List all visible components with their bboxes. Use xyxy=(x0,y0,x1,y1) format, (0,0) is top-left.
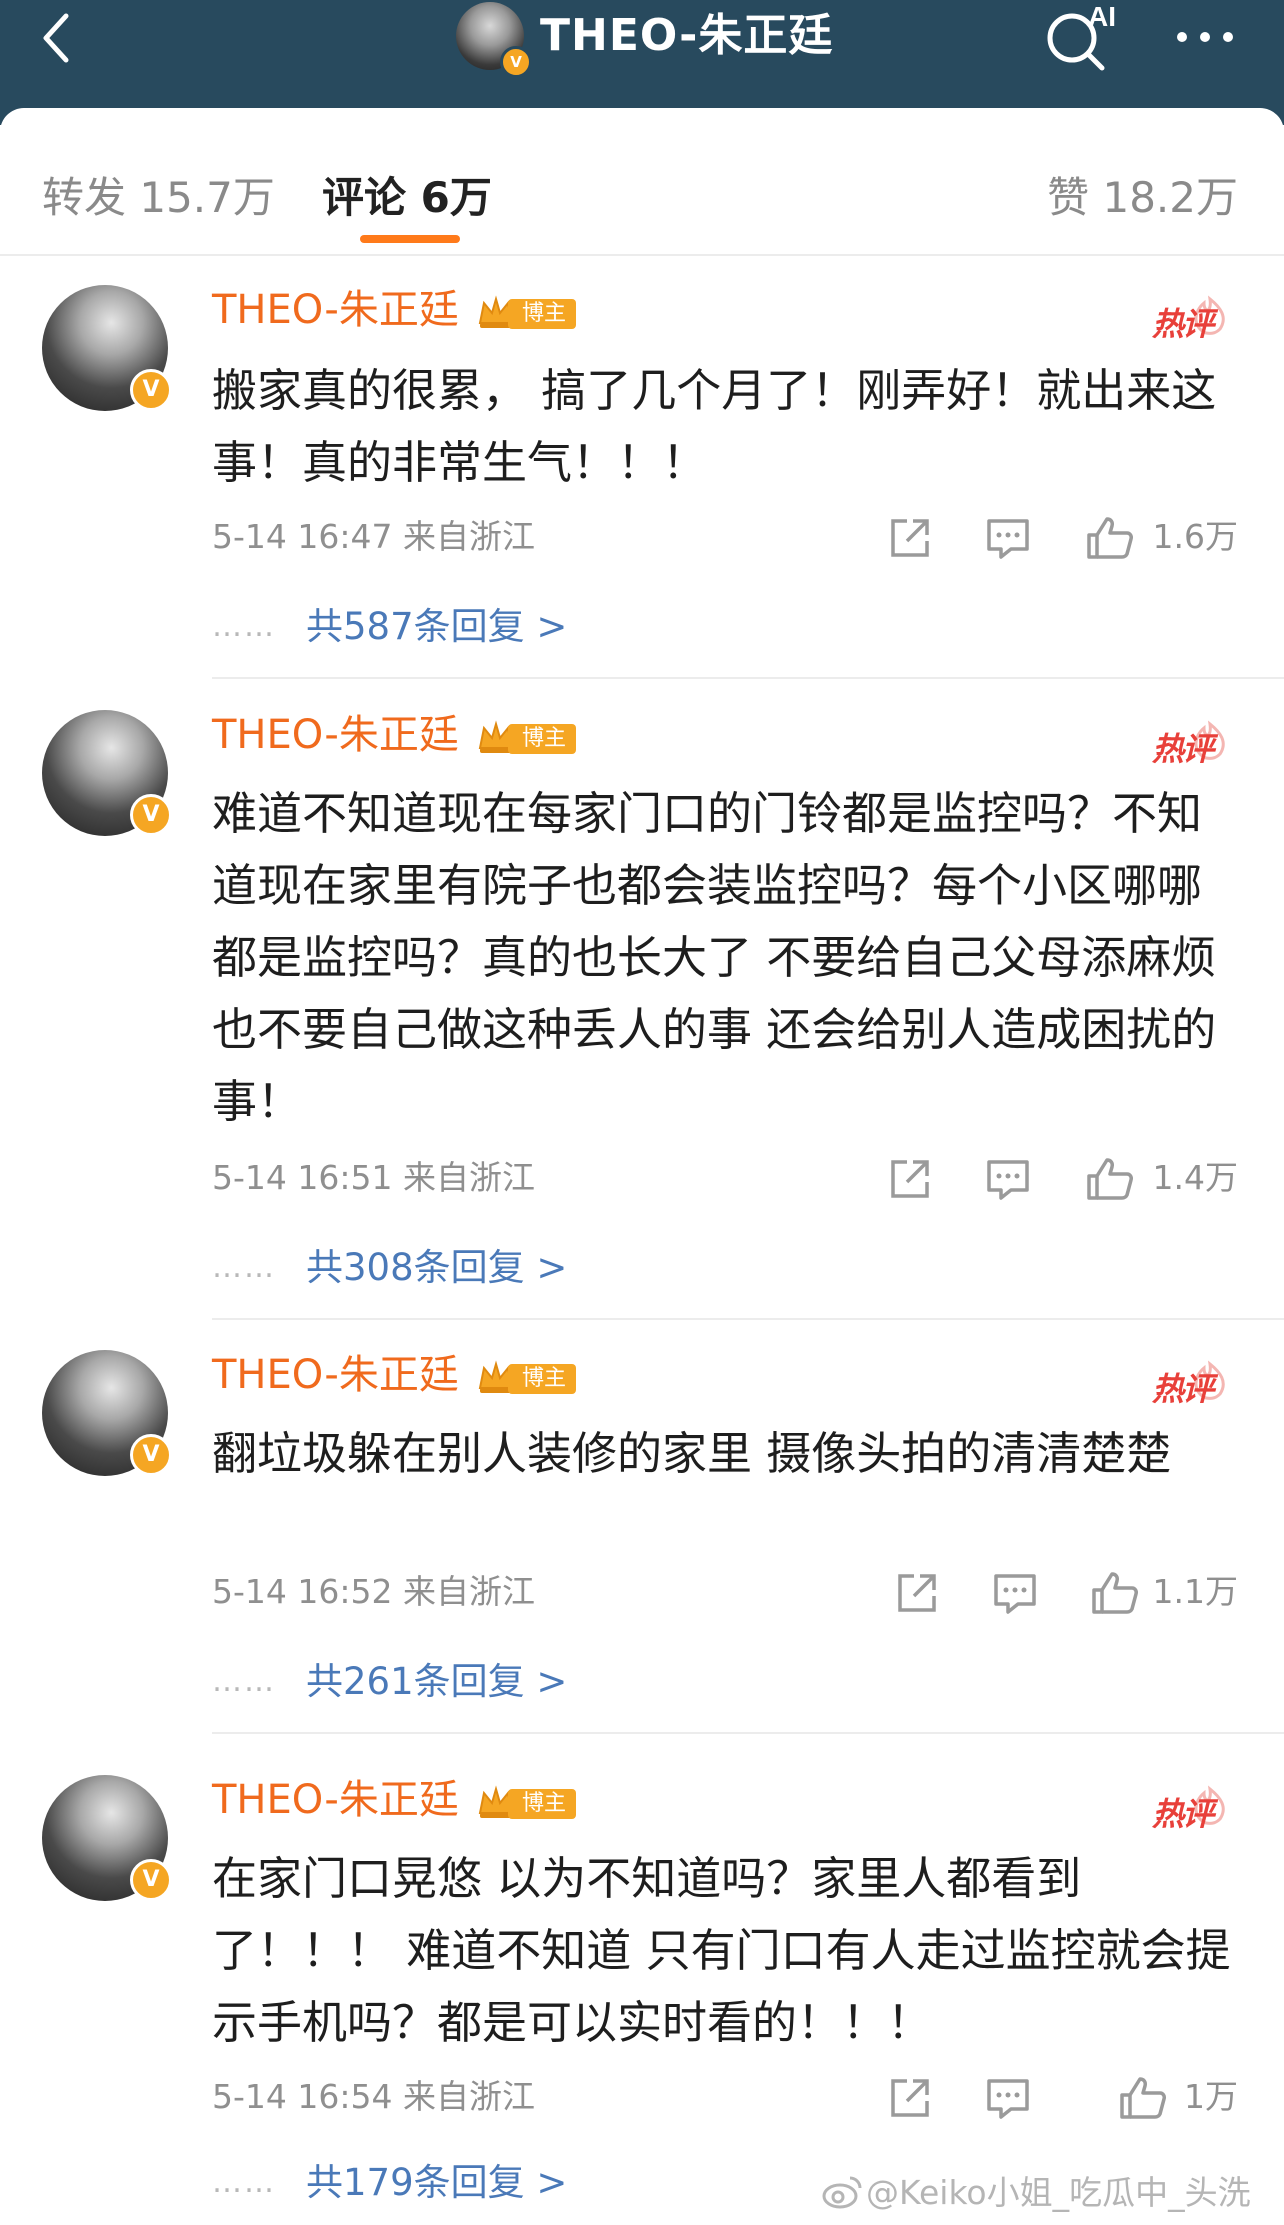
ai-search-button[interactable]: AI xyxy=(1040,0,1120,74)
replies-row: …… 共587条回复 > xyxy=(0,597,1284,657)
verified-icon: V xyxy=(130,794,172,836)
hot-label: 热评 xyxy=(1152,1370,1214,1408)
ai-label: AI xyxy=(1088,1,1116,32)
verified-icon: V xyxy=(500,46,532,78)
tab-likes[interactable]: 赞 18.2万 xyxy=(1047,158,1238,238)
replies-row: …… 共308条回复 > xyxy=(0,1238,1284,1298)
thumbs-up-icon[interactable] xyxy=(1118,2073,1168,2123)
comment-icon[interactable] xyxy=(983,1154,1033,1204)
more-button[interactable] xyxy=(1170,12,1240,62)
thumbs-up-icon[interactable] xyxy=(1090,1568,1140,1618)
share-icon[interactable] xyxy=(885,1154,935,1204)
comment-text: 翻垃圾躲在别人装修的家里 摄像头拍的清清楚楚 xyxy=(212,1427,1172,1480)
divider xyxy=(212,677,1284,679)
weibo-logo-icon xyxy=(822,2176,862,2209)
thumbs-up-icon[interactable] xyxy=(1085,513,1135,563)
more-horizontal-icon xyxy=(1177,32,1233,42)
like-count: 1.4万 xyxy=(1152,1158,1238,1197)
view-replies-link[interactable]: 共587条回复 > xyxy=(306,597,567,657)
hot-comment-badge: 热评 xyxy=(1144,1352,1234,1408)
comment-timestamp: 5-14 16:47 来自浙江 xyxy=(212,517,535,556)
divider xyxy=(212,1318,1284,1320)
replies-row: …… 共261条回复 > xyxy=(0,1652,1284,1712)
comment-username[interactable]: THEO-朱正廷 xyxy=(212,285,459,335)
verified-icon: V xyxy=(130,1859,172,1901)
divider xyxy=(212,1732,1284,1734)
comment-meta: 5-14 16:51 来自浙江 1.4万 xyxy=(0,1148,1284,1208)
comment-username[interactable]: THEO-朱正廷 xyxy=(212,1775,459,1825)
page-title: THEO-朱正廷 xyxy=(540,10,834,61)
reply-dots: …… xyxy=(212,1664,276,1699)
share-icon[interactable] xyxy=(892,1568,942,1618)
hot-label: 热评 xyxy=(1152,1795,1214,1833)
like-count: 1.1万 xyxy=(1152,1572,1238,1611)
view-replies-link[interactable]: 共179条回复 > xyxy=(306,2153,567,2213)
back-button[interactable] xyxy=(30,8,90,68)
verified-icon: V xyxy=(130,369,172,411)
blogger-badge: 博主 xyxy=(508,1789,577,1819)
blogger-badge: 博主 xyxy=(508,724,577,754)
like-count: 1.6万 xyxy=(1152,517,1238,556)
comment-icon[interactable] xyxy=(990,1568,1040,1618)
ai-search-icon: AI xyxy=(1047,1,1116,71)
like-count: 1万 xyxy=(1184,2077,1238,2116)
comment-text: 搬家真的很累， 搞了几个月了！刚弄好！就出来这事！真的非常生气！！！ xyxy=(212,364,1217,489)
hot-comment-badge: 热评 xyxy=(1144,712,1234,768)
comment-icon[interactable] xyxy=(983,513,1033,563)
active-tab-indicator xyxy=(360,235,460,243)
watermark: @Keiko小姐_吃瓜中_头洗 xyxy=(866,2173,1251,2212)
comment-meta: 5-14 16:54 来自浙江 1万 xyxy=(0,2067,1284,2127)
comment-timestamp: 5-14 16:51 来自浙江 xyxy=(212,1158,535,1197)
view-replies-link[interactable]: 共308条回复 > xyxy=(306,1238,567,1298)
comment-text: 难道不知道现在每家门口的门铃都是监控吗？不知道现在家里有院子也都会装监控吗？每个… xyxy=(212,787,1217,1128)
comment-username[interactable]: THEO-朱正廷 xyxy=(212,1350,459,1400)
reply-dots: …… xyxy=(212,2165,276,2200)
hot-label: 热评 xyxy=(1152,730,1214,768)
chevron-left-icon xyxy=(43,13,69,63)
thumbs-up-icon[interactable] xyxy=(1085,1154,1135,1204)
hot-label: 热评 xyxy=(1152,305,1214,343)
reply-dots: …… xyxy=(212,1250,276,1285)
comment-username[interactable]: THEO-朱正廷 xyxy=(212,710,459,760)
top-bar: V THEO-朱正廷 AI xyxy=(0,0,1284,125)
tab-reposts[interactable]: 转发 15.7万 xyxy=(42,158,275,238)
comment-meta: 5-14 16:47 来自浙江 1.6万 xyxy=(0,507,1284,567)
blogger-badge: 博主 xyxy=(508,1364,577,1394)
comment-timestamp: 5-14 16:54 来自浙江 xyxy=(212,2077,535,2116)
comment-timestamp: 5-14 16:52 来自浙江 xyxy=(212,1572,535,1611)
view-replies-link[interactable]: 共261条回复 > xyxy=(306,1652,567,1712)
hot-comment-badge: 热评 xyxy=(1144,1777,1234,1833)
comment-icon[interactable] xyxy=(983,2073,1033,2123)
share-icon[interactable] xyxy=(885,2073,935,2123)
comment-meta: 5-14 16:52 来自浙江 1.1万 xyxy=(0,1562,1284,1622)
tab-bar: 转发 15.7万 评论 6万 赞 18.2万 xyxy=(0,108,1284,258)
reply-dots: …… xyxy=(212,609,276,644)
comment-text: 在家门口晃悠 以为不知道吗？家里人都看到了！！！ 难道不知道 只有门口有人走过监… xyxy=(212,1852,1231,2049)
blogger-badge: 博主 xyxy=(508,299,577,329)
divider xyxy=(0,254,1284,256)
verified-icon: V xyxy=(130,1434,172,1476)
share-icon[interactable] xyxy=(885,513,935,563)
tab-comments[interactable]: 评论 6万 xyxy=(322,158,492,238)
hot-comment-badge: 热评 xyxy=(1144,287,1234,343)
